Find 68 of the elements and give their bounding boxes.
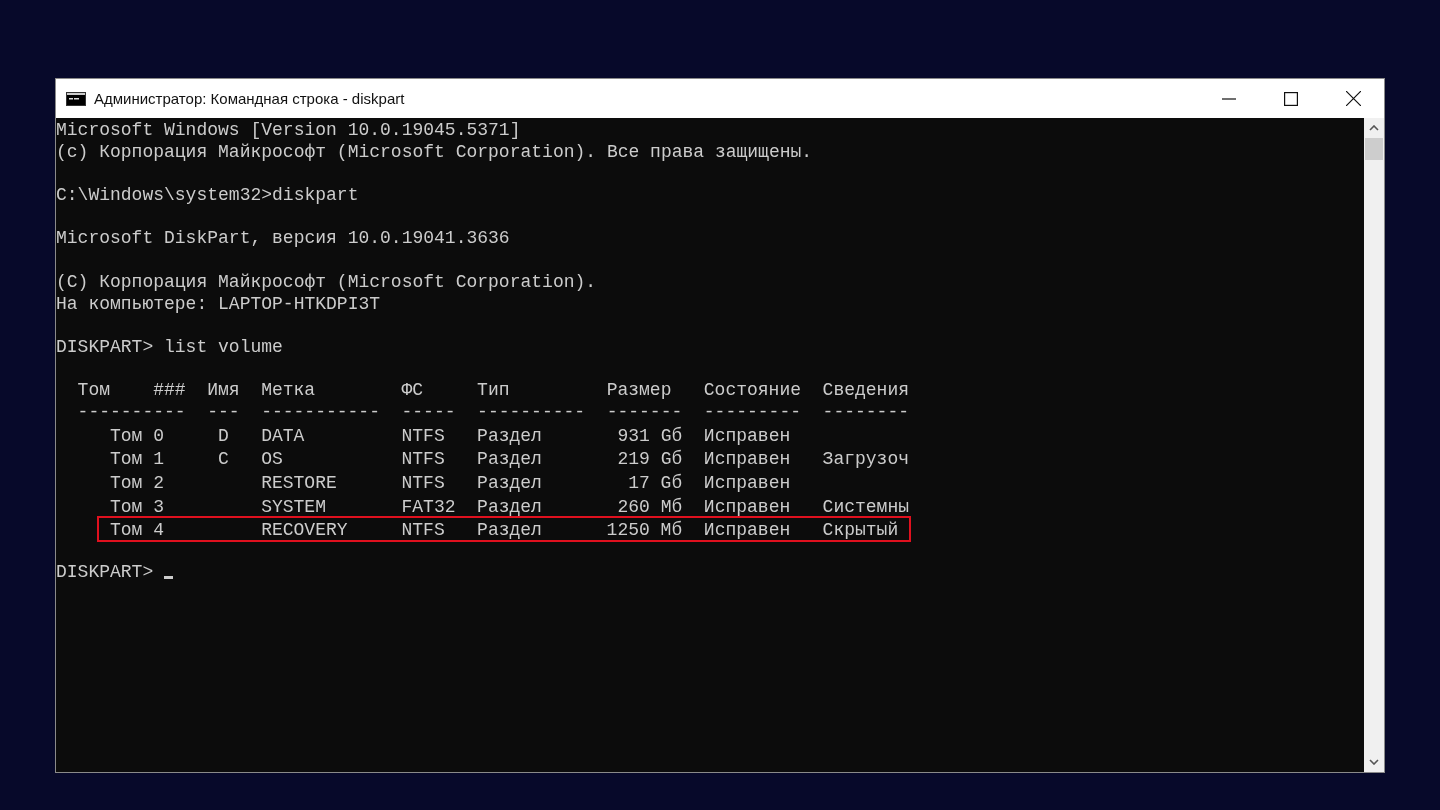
column-header: ФС — [401, 380, 425, 402]
column-header: Том — [77, 380, 110, 402]
column-separator: ------- — [606, 401, 683, 424]
column-header: Размер — [606, 380, 673, 402]
console-line: Microsoft DiskPart, версия 10.0.19041.3636 — [56, 228, 510, 249]
column-separator: ----------- — [261, 401, 380, 424]
column-header: ### — [153, 380, 186, 402]
table-cell: SYSTEM — [261, 496, 326, 519]
table-cell: Исправен — [703, 425, 791, 448]
table-cell: Том 4 — [110, 520, 164, 543]
console-line: (C) Корпорация Майкрософт (Microsoft Corporation). — [56, 271, 597, 292]
close-icon — [1345, 91, 1361, 106]
console-prompt: DISKPART> — [56, 561, 154, 582]
table-cell: 1250 Мб — [606, 520, 683, 543]
table-cell: NTFS — [401, 473, 445, 495]
column-header: Имя — [207, 380, 240, 402]
scrollbar[interactable] — [1364, 118, 1384, 772]
column-separator: --------- — [703, 401, 801, 424]
table-cell: Исправен — [703, 449, 791, 471]
window-title: Администратор: Командная строка - diskpart — [94, 90, 406, 107]
column-separator: -------- — [822, 401, 909, 424]
table-cell: Раздел — [477, 473, 542, 495]
table-cell: C — [217, 449, 229, 471]
table-cell: NTFS — [401, 425, 445, 448]
scroll-thumb[interactable] — [1365, 138, 1383, 160]
column-header: Сведения — [822, 380, 909, 402]
table-cell: Раздел — [477, 449, 542, 471]
table-cell: Раздел — [477, 496, 542, 519]
table-cell: 260 Мб — [617, 496, 683, 519]
table-cell: Исправен — [703, 496, 791, 519]
console-icon — [66, 91, 86, 106]
table-cell: NTFS — [401, 449, 445, 471]
table-cell: OS — [261, 449, 283, 471]
table-cell: 931 Gб — [617, 425, 683, 448]
table-cell: Скрытый — [822, 520, 899, 543]
table-cell: D — [217, 425, 229, 448]
table-cell: 219 Gб — [617, 449, 683, 471]
column-header: Состояние — [703, 380, 801, 402]
table-cell: Том 2 — [110, 473, 164, 495]
column-separator: ---------- — [77, 401, 186, 424]
table-cell: RECOVERY — [261, 520, 348, 543]
table-cell: Раздел — [477, 520, 542, 543]
console-line: C:\Windows\system32>diskpart — [56, 185, 359, 206]
minimize-icon — [1222, 97, 1236, 100]
table-cell: FAT32 — [401, 496, 456, 519]
table-cell: DATA — [261, 425, 305, 448]
column-separator: ----- — [401, 401, 456, 424]
console-line: DISKPART> list volume — [56, 336, 283, 357]
table-cell: Загрузоч — [822, 449, 909, 471]
table-cell: Том 3 — [110, 496, 164, 519]
console-line: (c) Корпорация Майкрософт (Microsoft Corporation). Все права защищены. — [56, 141, 813, 162]
console-line: На компьютере: LAPTOP-HTKDPI3T — [56, 293, 381, 314]
table-cell: Том 0 — [110, 425, 164, 448]
maximize-icon — [1284, 91, 1298, 106]
table-cell: Исправен — [703, 520, 791, 543]
column-header: Метка — [261, 380, 317, 402]
table-cell: RESTORE — [261, 473, 337, 495]
table-cell: Том 1 — [110, 449, 164, 471]
column-separator: --- — [207, 401, 240, 424]
table-cell: Системны — [822, 496, 909, 519]
table-cell: Раздел — [477, 425, 542, 448]
console-line: Microsoft Windows [Version 10.0.19045.5371] — [56, 120, 521, 140]
column-header: Тип — [477, 380, 511, 402]
table-cell: NTFS — [401, 520, 445, 543]
table-cell: Исправен — [703, 473, 791, 495]
column-separator: ---------- — [477, 401, 586, 424]
table-cell: 17 Gб — [628, 473, 683, 495]
text-cursor — [164, 575, 173, 579]
